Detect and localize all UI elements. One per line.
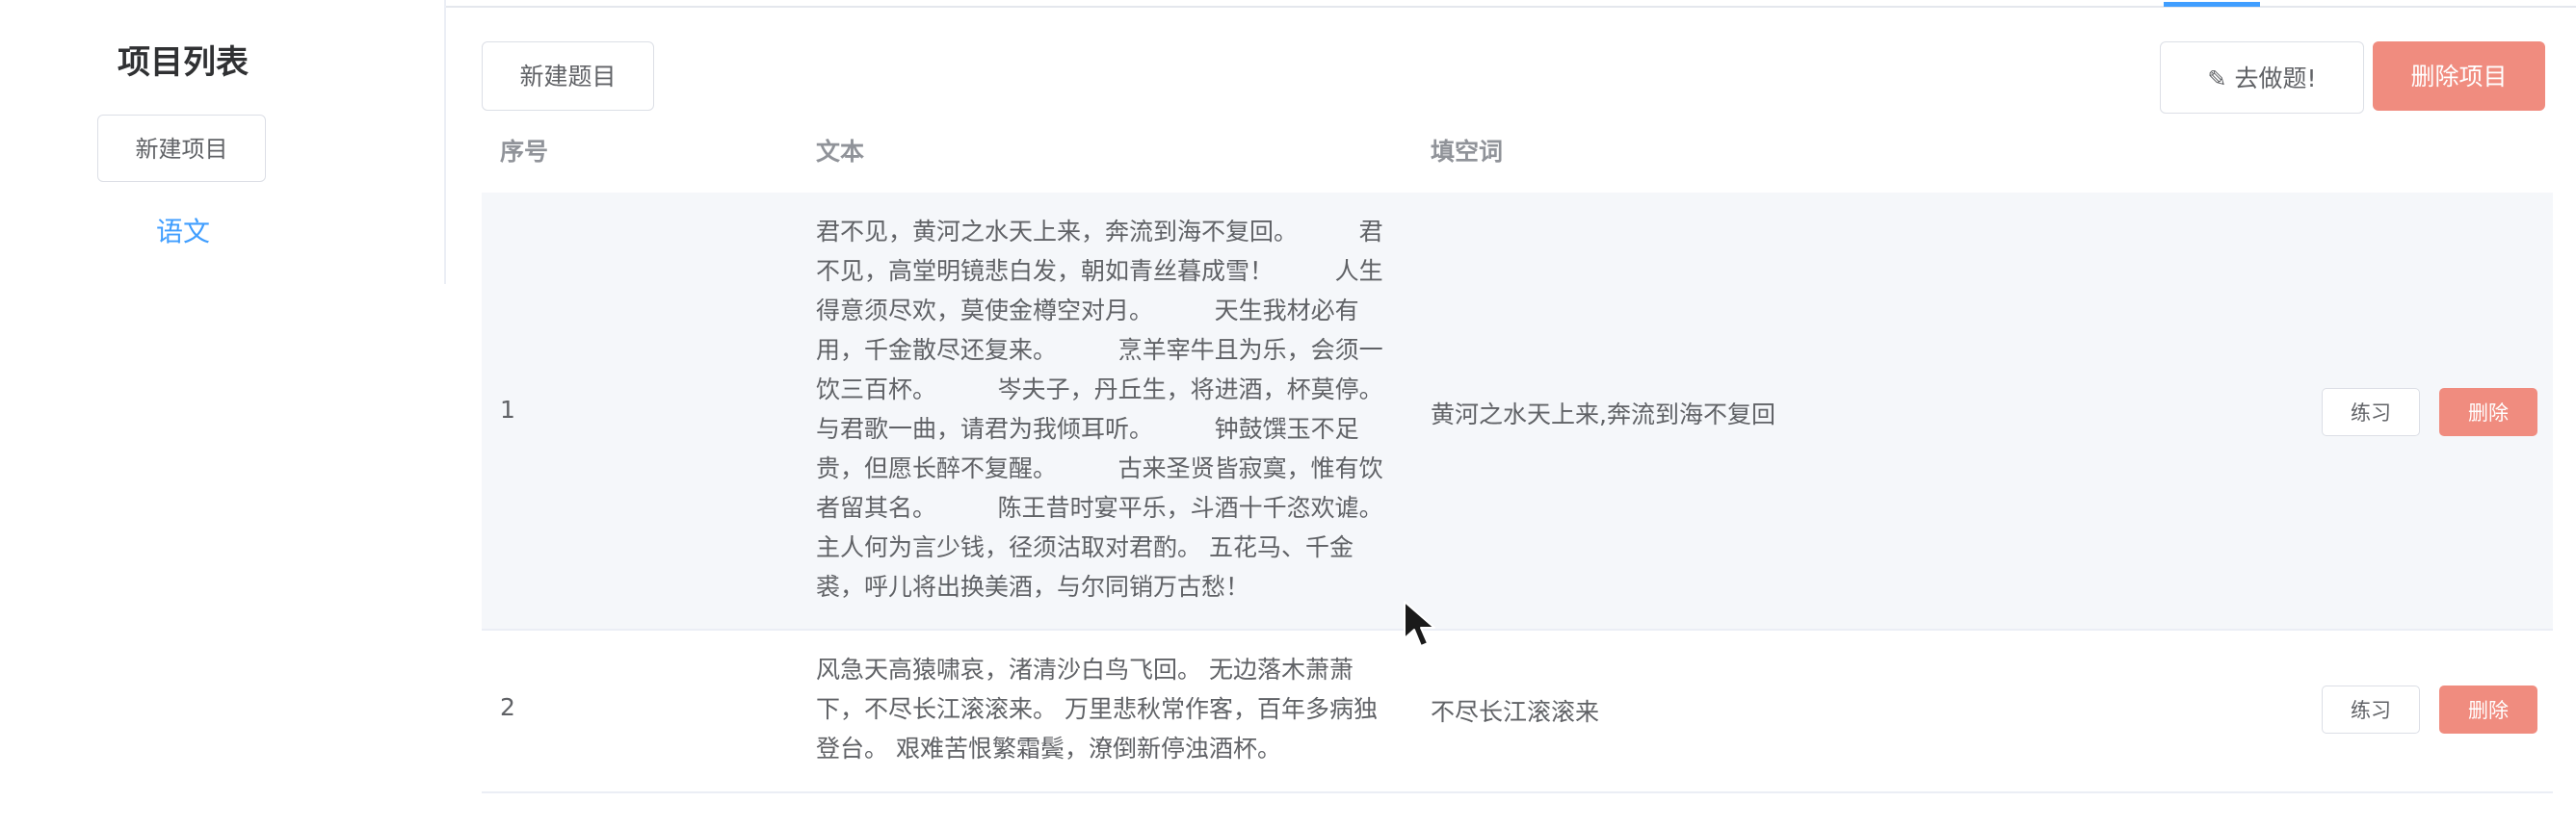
practice-button[interactable]: 练习 [2322, 388, 2420, 436]
row-blank: 不尽长江滚滚来 [1431, 698, 1600, 726]
sidebar-title: 项目列表 [118, 43, 249, 82]
table-row: 2 风急天高猿啸哀，渚清沙白鸟飞回。 无边落木萧萧下，不尽长江滚滚来。 万里悲秋… [482, 631, 2553, 793]
row-text: 君不见，黄河之水天上来，奔流到海不复回。 君不见，高堂明镜悲白发，朝如青丝暮成雪… [816, 218, 1445, 601]
new-question-button[interactable]: 新建题目 [482, 41, 654, 111]
table-row: 1 君不见，黄河之水天上来，奔流到海不复回。 君不见，高堂明镜悲白发，朝如青丝暮… [482, 193, 2553, 631]
active-tab-indicator [2164, 2, 2260, 7]
delete-row-button[interactable]: 删除 [2439, 388, 2537, 436]
practice-button[interactable]: 练习 [2322, 686, 2420, 734]
sidebar-divider [444, 0, 446, 284]
new-project-button[interactable]: 新建项目 [97, 115, 266, 182]
header-text: 文本 [816, 138, 865, 166]
delete-project-button[interactable]: 删除项目 [2373, 41, 2545, 111]
row-index: 2 [500, 693, 515, 721]
header-index: 序号 [500, 138, 549, 166]
mouse-cursor-icon [1404, 601, 1435, 647]
questions-table: 序号 文本 填空词 1 君不见，黄河之水天上来，奔流到海不复回。 君不见，高堂明… [482, 122, 2553, 793]
sidebar: 项目列表 新建项目 语文 [0, 0, 366, 828]
row-text: 风急天高猿啸哀，渚清沙白鸟飞回。 无边落木萧萧下，不尽长江滚滚来。 万里悲秋常作… [816, 656, 1378, 763]
delete-row-button[interactable]: 删除 [2439, 686, 2537, 734]
header-blank: 填空词 [1431, 138, 1504, 166]
do-question-label: 去做题! [2234, 65, 2317, 92]
row-index: 1 [500, 396, 515, 424]
table-header: 序号 文本 填空词 [482, 122, 2553, 193]
pencil-icon: ✎ [2207, 65, 2227, 92]
do-question-button[interactable]: ✎ 去做题! [2160, 41, 2364, 114]
project-item-chinese[interactable]: 语文 [0, 208, 366, 256]
row-blank: 黄河之水天上来,奔流到海不复回 [1431, 401, 1775, 428]
